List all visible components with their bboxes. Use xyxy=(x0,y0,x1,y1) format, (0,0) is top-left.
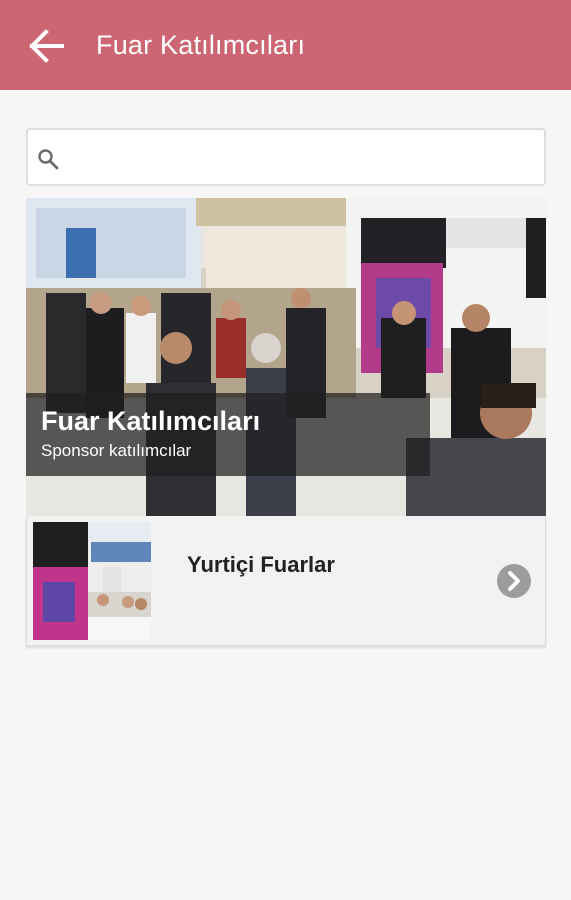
list-item-label: Yurtiçi Fuarlar xyxy=(187,552,335,577)
hero-title: Fuar Katılımcıları xyxy=(41,406,261,436)
list-item-thumbnail xyxy=(33,522,151,640)
arrow-left-icon xyxy=(29,29,64,63)
search-bar[interactable] xyxy=(26,128,546,186)
search-icon xyxy=(38,149,59,170)
app-bar: Fuar Katılımcıları xyxy=(0,0,571,90)
back-button[interactable] xyxy=(24,24,68,68)
page-title: Fuar Katılımcıları xyxy=(96,30,306,60)
search-input[interactable] xyxy=(72,140,532,176)
hero-subtitle: Sponsor katılımcılar xyxy=(41,441,192,460)
chevron-right-icon[interactable] xyxy=(496,563,532,599)
list-item-yurtici-fuarlar[interactable]: Yurtiçi Fuarlar xyxy=(26,516,546,646)
hero-card[interactable]: Fuar Katılımcıları Sponsor katılımcılar xyxy=(26,198,546,516)
